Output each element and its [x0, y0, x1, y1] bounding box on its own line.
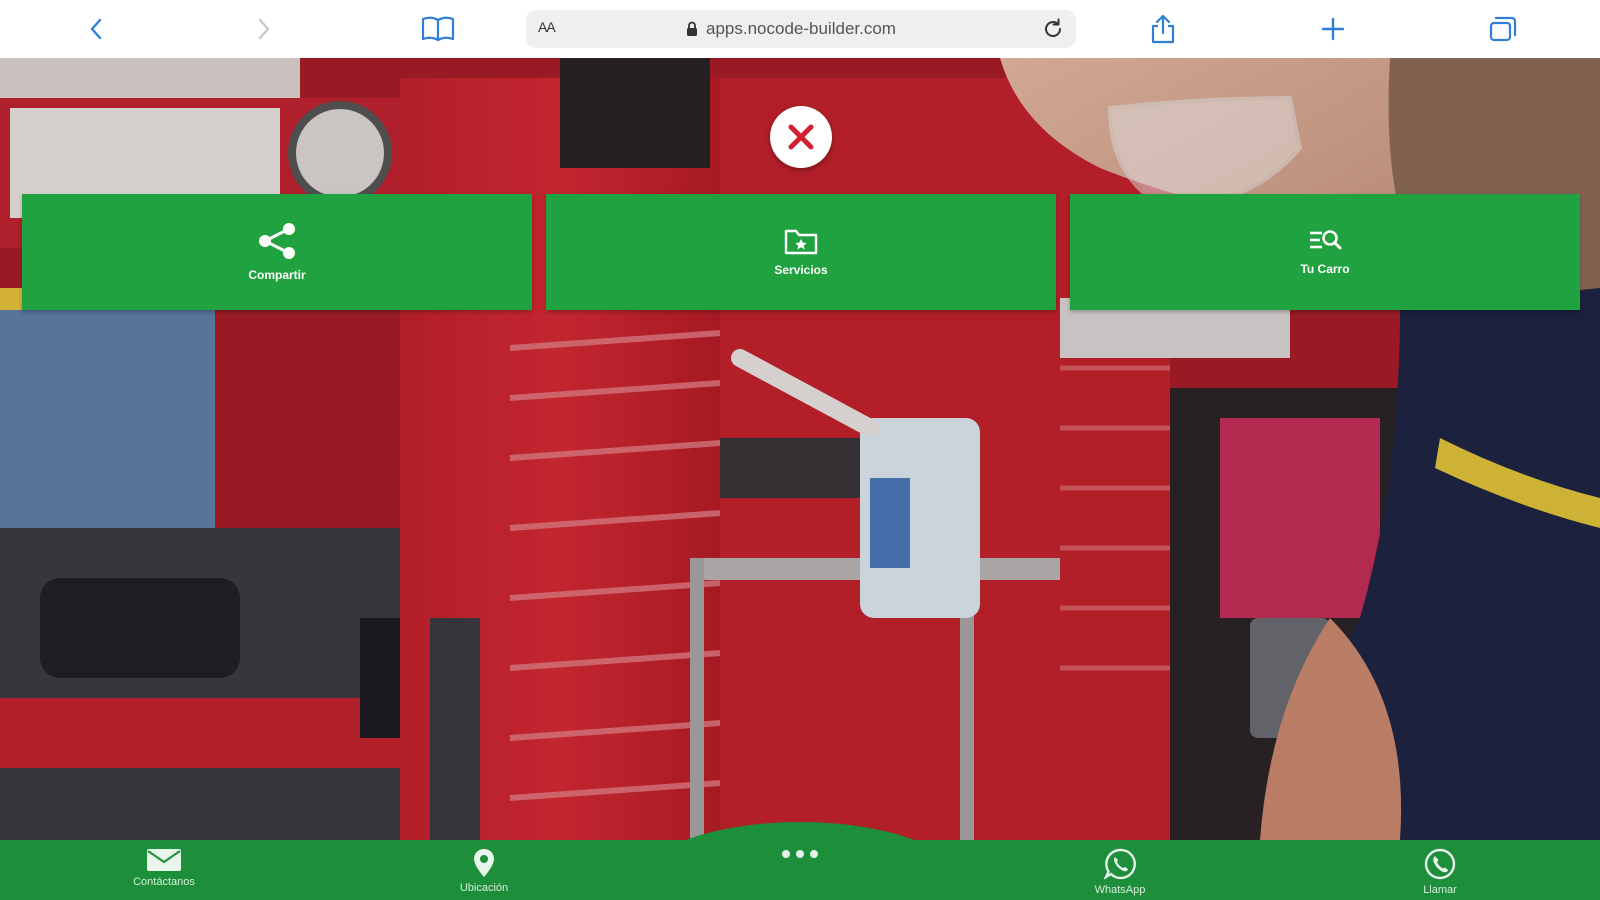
chevron-left-icon [90, 18, 102, 40]
services-action-label: Servicios [774, 263, 828, 277]
browser-toolbar: AA apps.nocode-builder.com [0, 0, 1600, 58]
more-dots-icon [782, 850, 818, 900]
url-display[interactable]: apps.nocode-builder.com [686, 19, 896, 39]
close-menu-button[interactable] [770, 106, 832, 168]
share-page-button[interactable] [1143, 10, 1183, 48]
search-list-icon [1310, 230, 1342, 250]
tabs-icon [1489, 16, 1517, 42]
text-size-button[interactable]: AA [538, 19, 556, 35]
nav-call-label: Llamar [1423, 884, 1457, 896]
book-icon [421, 16, 455, 42]
lock-icon [687, 21, 697, 36]
mail-icon [147, 849, 181, 871]
hero-background: Compartir Servicios Tu Carro [0, 58, 1600, 840]
nav-location-label: Ubicación [459, 882, 509, 894]
tabs-overview-button[interactable] [1483, 10, 1523, 48]
nav-whatsapp-label: WhatsApp [1094, 884, 1146, 896]
your-car-action-button[interactable]: Tu Carro [1070, 194, 1580, 310]
nav-contact[interactable]: Contáctanos [104, 848, 224, 900]
your-car-action-label: Tu Carro [1300, 262, 1350, 276]
location-pin-icon [474, 849, 494, 877]
nav-call[interactable]: Llamar [1380, 848, 1500, 900]
bookmarks-button[interactable] [418, 10, 458, 48]
share-icon [259, 223, 295, 259]
share-action-label: Compartir [248, 268, 306, 282]
whatsapp-icon [1104, 848, 1136, 880]
share-upload-icon [1151, 14, 1175, 44]
new-tab-button[interactable] [1313, 10, 1353, 48]
nav-location[interactable]: Ubicación [424, 848, 544, 900]
close-icon [788, 124, 814, 150]
menu-actions: Compartir Servicios Tu Carro [22, 194, 1580, 310]
workshop-photo [0, 58, 1600, 840]
folder-icon [784, 229, 818, 255]
phone-icon [1424, 848, 1456, 880]
url-text: apps.nocode-builder.com [706, 19, 896, 38]
chevron-right-icon [258, 18, 270, 40]
plus-icon [1321, 17, 1345, 41]
forward-button[interactable] [244, 10, 284, 48]
nav-whatsapp[interactable]: WhatsApp [1060, 848, 1180, 900]
share-action-button[interactable]: Compartir [22, 194, 532, 310]
reload-icon [1045, 18, 1061, 37]
nav-contact-label: Contáctanos [133, 876, 195, 888]
services-action-button[interactable]: Servicios [546, 194, 1056, 310]
reload-button[interactable] [1042, 18, 1064, 45]
back-button[interactable] [76, 10, 116, 48]
address-bar[interactable]: AA apps.nocode-builder.com [526, 10, 1076, 48]
